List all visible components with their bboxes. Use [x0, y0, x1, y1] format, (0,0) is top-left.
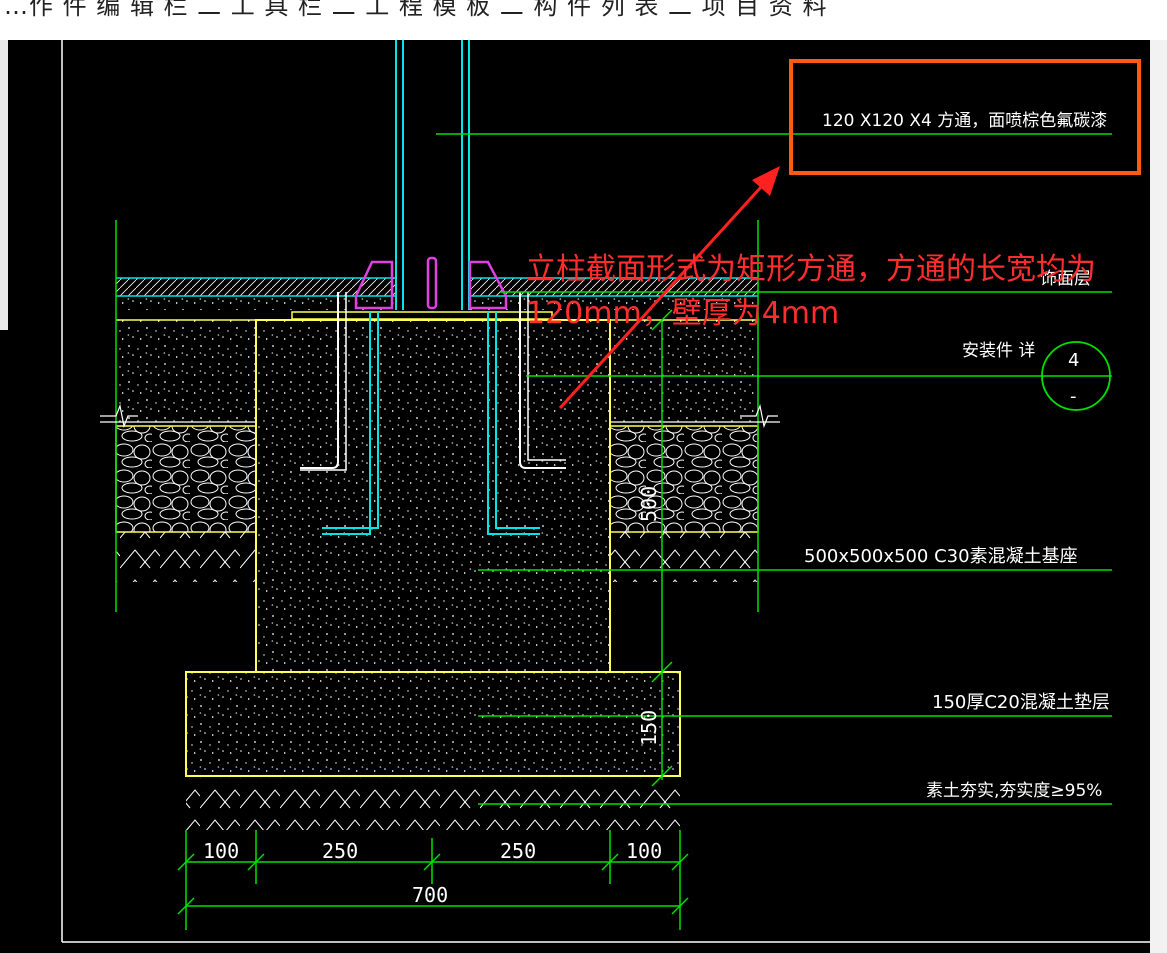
dim-height-500: 500	[637, 486, 661, 522]
steel-column	[395, 40, 470, 310]
cushion-layer	[185, 671, 681, 830]
dim-left-100: 100	[203, 839, 239, 863]
dim-right-250: 250	[500, 839, 536, 863]
dim-height-150: 150	[637, 710, 661, 746]
horizontal-dimensions	[177, 830, 689, 930]
label-soil: 素土夯实,夯实度≥95%	[926, 781, 1102, 801]
cad-drawing-canvas[interactable]: 100 250 250 100 700 500 150 120 X120 X4 …	[0, 0, 1167, 953]
label-surface-layer: 饰面层	[1040, 269, 1091, 289]
label-cushion: 150厚C20混凝土垫层	[932, 692, 1110, 713]
label-embed-detail: 安装件 详	[962, 341, 1035, 361]
dim-right-100: 100	[626, 839, 662, 863]
label-steel-tube: 120 X120 X4 方通，面喷棕色氟碳漆	[822, 111, 1107, 131]
detail-number: 4	[1068, 350, 1079, 371]
concrete-base	[255, 319, 611, 673]
detail-sheet: -	[1070, 386, 1077, 407]
dim-total-700: 700	[412, 883, 448, 907]
label-concrete-base: 500x500x500 C30素混凝土基座	[804, 546, 1078, 567]
dim-left-250: 250	[322, 839, 358, 863]
